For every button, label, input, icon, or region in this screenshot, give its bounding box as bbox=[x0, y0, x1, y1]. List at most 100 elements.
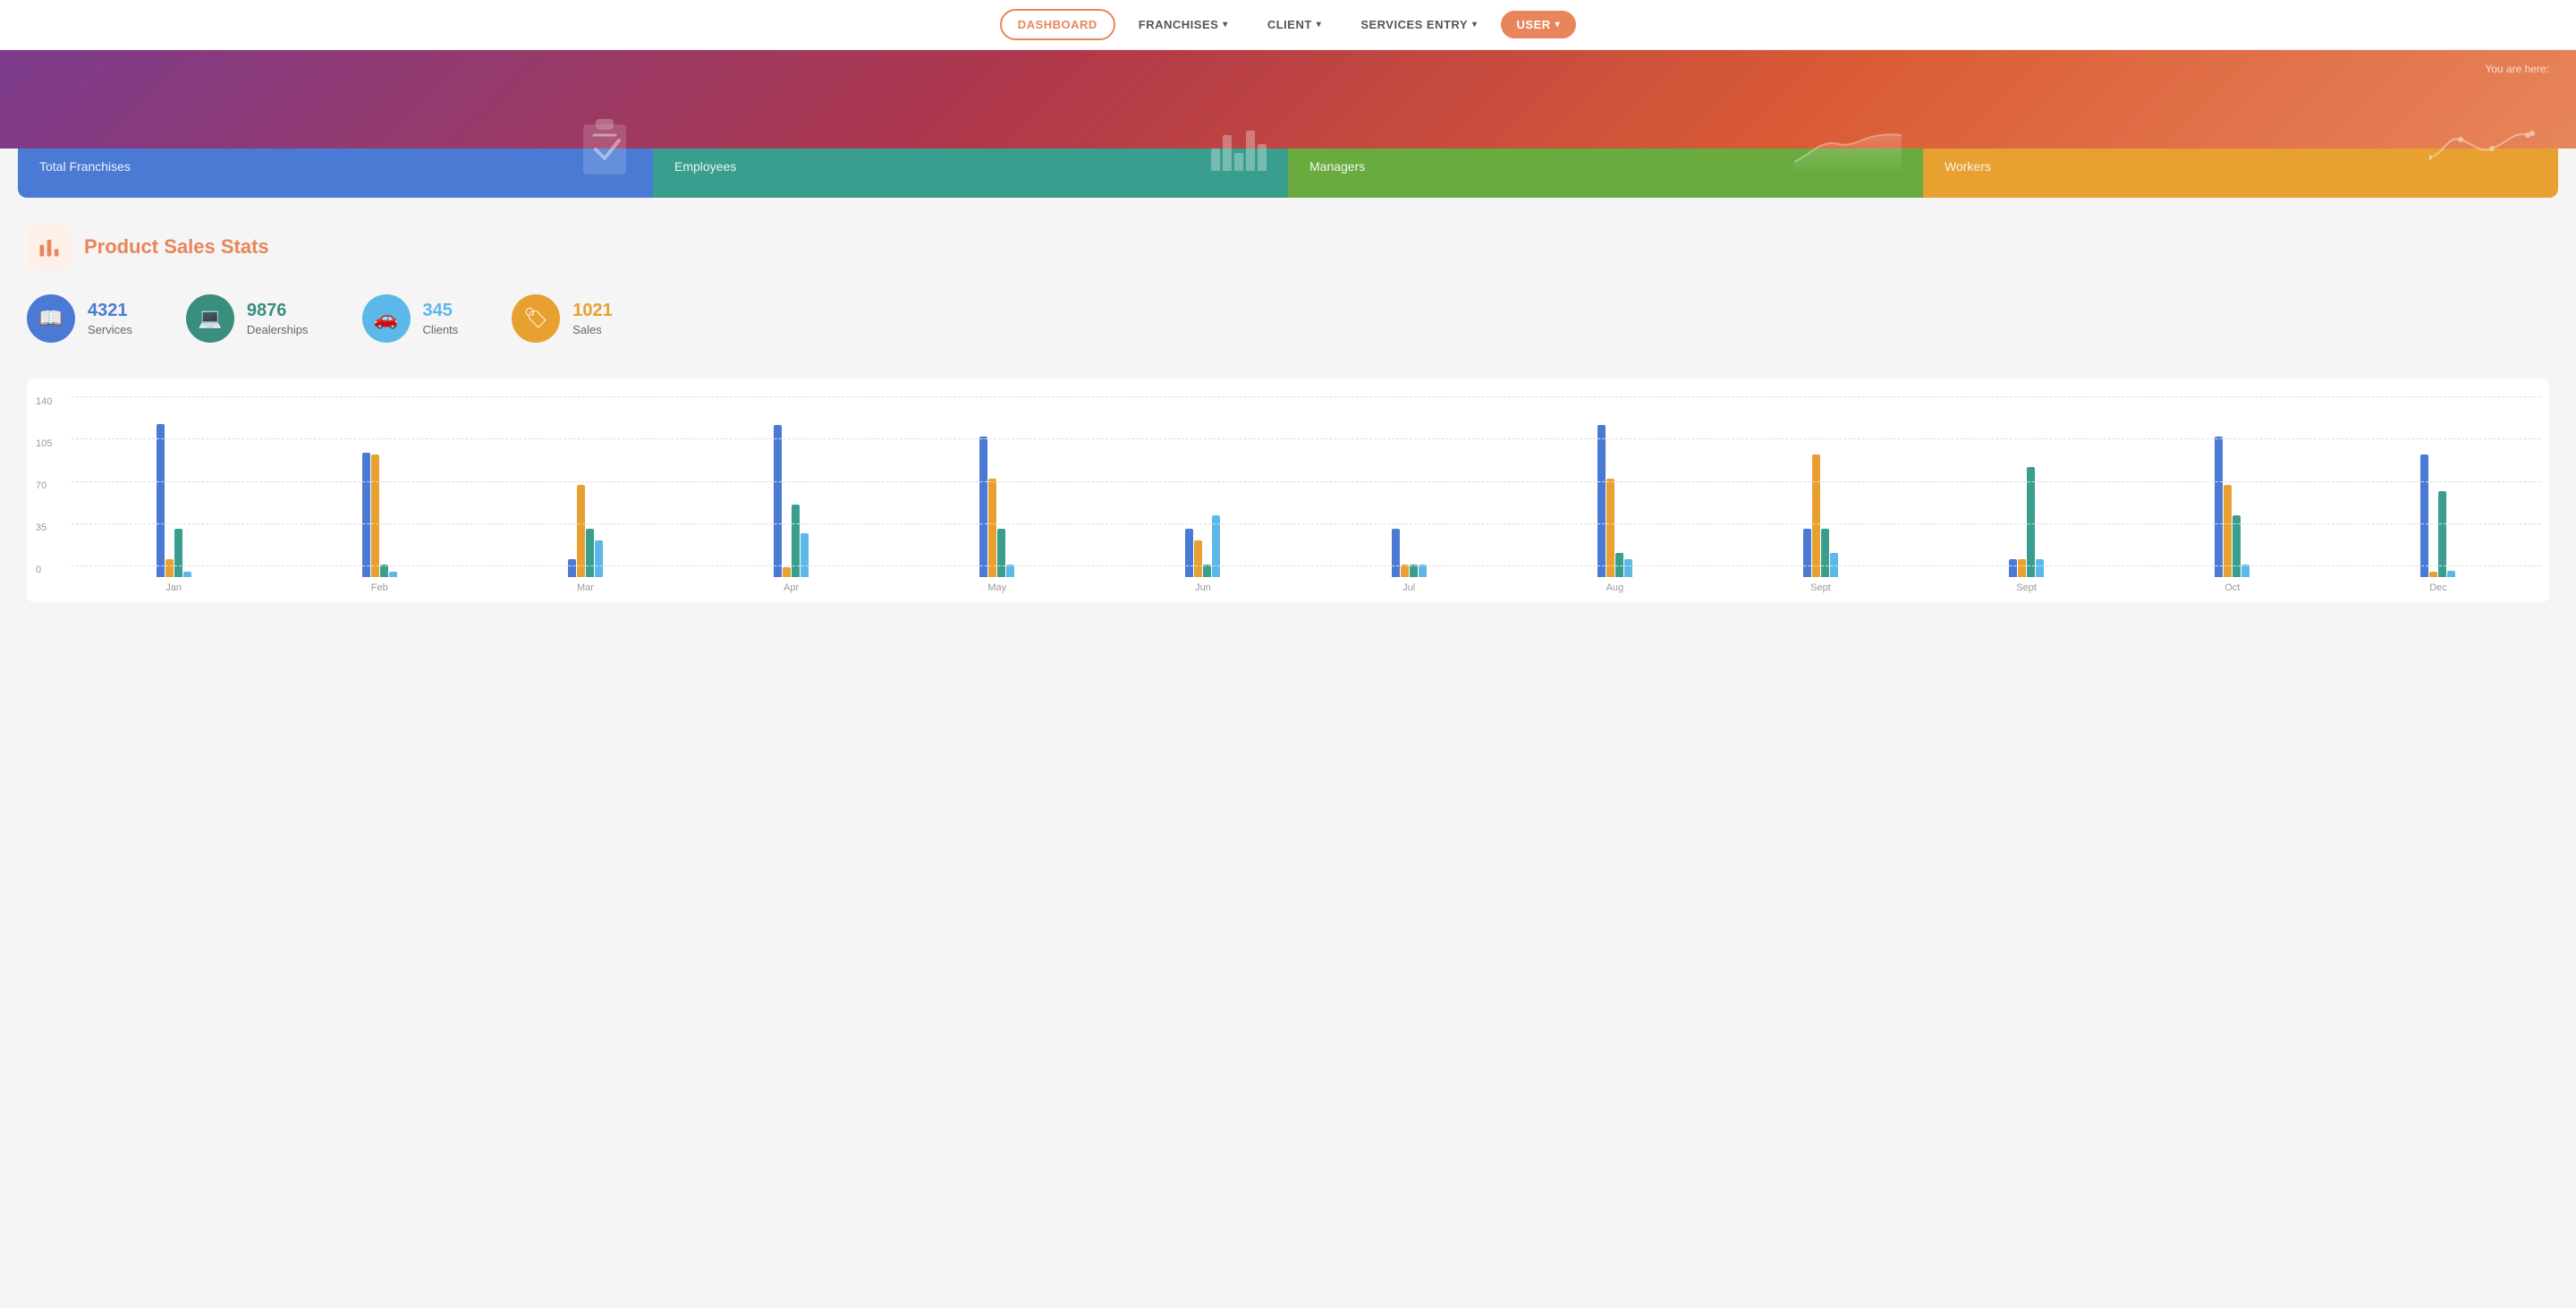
stat-sub-label: Clients bbox=[423, 323, 459, 336]
chevron-down-icon: ▾ bbox=[1223, 20, 1228, 30]
bar bbox=[183, 572, 191, 577]
month-label: Jul bbox=[1402, 582, 1415, 593]
stat-item-clients: 🚗 345 Clients bbox=[362, 294, 459, 343]
nav-item-services-entry[interactable]: SERVICES ENTRY ▾ bbox=[1344, 11, 1493, 38]
stat-big-number: 345 bbox=[423, 301, 459, 321]
bar bbox=[2447, 571, 2455, 577]
month-bars bbox=[568, 398, 603, 577]
bar bbox=[1597, 425, 1606, 577]
bar bbox=[568, 559, 576, 577]
month-label: Jun bbox=[1195, 582, 1211, 593]
stat-icon-area bbox=[1794, 122, 1902, 171]
bar bbox=[1624, 559, 1632, 577]
month-group: Aug bbox=[1513, 398, 1716, 593]
bar bbox=[1821, 529, 1829, 577]
stat-item-dealerships: 💻 9876 Dealerships bbox=[186, 294, 309, 343]
stat-label: Workers bbox=[1945, 159, 1991, 174]
bar bbox=[792, 505, 800, 577]
section-title: Product Sales Stats bbox=[84, 235, 269, 259]
y-label: 105 bbox=[36, 438, 52, 449]
stat-item-services: 📖 4321 Services bbox=[27, 294, 132, 343]
stat-item-sales: 🏷 1021 Sales bbox=[512, 294, 613, 343]
bar bbox=[2429, 572, 2437, 577]
nav-item-client[interactable]: CLIENT ▾ bbox=[1251, 11, 1337, 38]
stat-details: 345 Clients bbox=[423, 301, 459, 336]
month-group: Oct bbox=[2131, 398, 2334, 593]
nav-item-dashboard[interactable]: DASHBOARD bbox=[1000, 9, 1115, 40]
bar bbox=[362, 453, 370, 577]
stat-label: Total Franchises bbox=[39, 159, 131, 174]
month-group: Jan bbox=[72, 398, 275, 593]
bar bbox=[2027, 467, 2035, 577]
y-label: 140 bbox=[36, 396, 52, 407]
bar bbox=[1185, 529, 1193, 577]
month-group: Mar bbox=[483, 398, 687, 593]
bar bbox=[2420, 454, 2428, 577]
bar bbox=[2018, 559, 2026, 577]
bar bbox=[1203, 565, 1211, 577]
month-bars bbox=[979, 398, 1014, 577]
bar bbox=[1392, 529, 1400, 577]
month-bars bbox=[362, 398, 397, 577]
bar bbox=[1410, 565, 1418, 577]
month-bars bbox=[2420, 398, 2455, 577]
month-group: Sept bbox=[1718, 398, 1922, 593]
month-group: Apr bbox=[690, 398, 894, 593]
bar bbox=[2233, 515, 2241, 577]
month-group: Jun bbox=[1101, 398, 1305, 593]
chart-container: 14010570350 JanFebMarAprMayJunJulAugSept… bbox=[27, 378, 2549, 602]
breadcrumb: You are here: bbox=[2485, 63, 2549, 75]
bar bbox=[174, 529, 182, 577]
stat-icon-area bbox=[578, 115, 631, 178]
stat-big-number: 4321 bbox=[88, 301, 132, 321]
bar bbox=[774, 425, 782, 577]
bar bbox=[1401, 565, 1409, 577]
month-bars bbox=[2215, 398, 2250, 577]
bar bbox=[2224, 485, 2232, 577]
chart-y-labels: 14010570350 bbox=[36, 396, 52, 575]
stat-details: 1021 Sales bbox=[572, 301, 613, 336]
stat-sub-label: Dealerships bbox=[247, 323, 309, 336]
y-label: 0 bbox=[36, 565, 52, 575]
bar bbox=[2215, 437, 2223, 577]
bar bbox=[577, 485, 585, 577]
bar bbox=[2036, 559, 2044, 577]
nav-item-franchises[interactable]: FRANCHISES ▾ bbox=[1123, 11, 1244, 38]
month-label: Apr bbox=[784, 582, 799, 593]
y-label: 70 bbox=[36, 480, 52, 491]
navbar: DASHBOARD FRANCHISES ▾ CLIENT ▾ SERVICES EN… bbox=[0, 0, 2576, 50]
month-group: Feb bbox=[277, 398, 481, 593]
month-label: Dec bbox=[2429, 582, 2447, 593]
car-icon: 🚗 bbox=[362, 294, 411, 343]
hero-banner: You are here: bbox=[0, 50, 2576, 149]
stat-details: 4321 Services bbox=[88, 301, 132, 336]
month-label: Aug bbox=[1606, 582, 1624, 593]
bar bbox=[1419, 565, 1427, 577]
bar bbox=[389, 572, 397, 577]
section-header: Product Sales Stats bbox=[27, 225, 2549, 269]
month-label: Sept bbox=[2016, 582, 2037, 593]
stat-icon-area bbox=[2429, 122, 2537, 171]
bar bbox=[1830, 553, 1838, 577]
bar bbox=[801, 533, 809, 577]
book-icon: 📖 bbox=[27, 294, 75, 343]
month-group: Dec bbox=[2336, 398, 2540, 593]
bar bbox=[586, 529, 594, 577]
month-label: Oct bbox=[2224, 582, 2240, 593]
user-button[interactable]: USER ▾ bbox=[1501, 11, 1577, 38]
stat-big-number: 9876 bbox=[247, 301, 309, 321]
bar bbox=[979, 437, 987, 577]
stat-label: Managers bbox=[1309, 159, 1366, 174]
section-icon-box bbox=[27, 225, 72, 269]
bar bbox=[988, 479, 996, 577]
stat-label: Employees bbox=[674, 159, 736, 174]
month-bars bbox=[1185, 398, 1220, 577]
bar bbox=[371, 454, 379, 577]
bar bbox=[2438, 491, 2446, 577]
stat-big-number: 1021 bbox=[572, 301, 613, 321]
chart-area: JanFebMarAprMayJunJulAugSeptSeptOctDec bbox=[72, 396, 2540, 593]
bar bbox=[157, 424, 165, 577]
bar bbox=[783, 567, 791, 577]
month-group: Sept bbox=[1925, 398, 2129, 593]
stat-icon-area bbox=[1211, 122, 1267, 171]
